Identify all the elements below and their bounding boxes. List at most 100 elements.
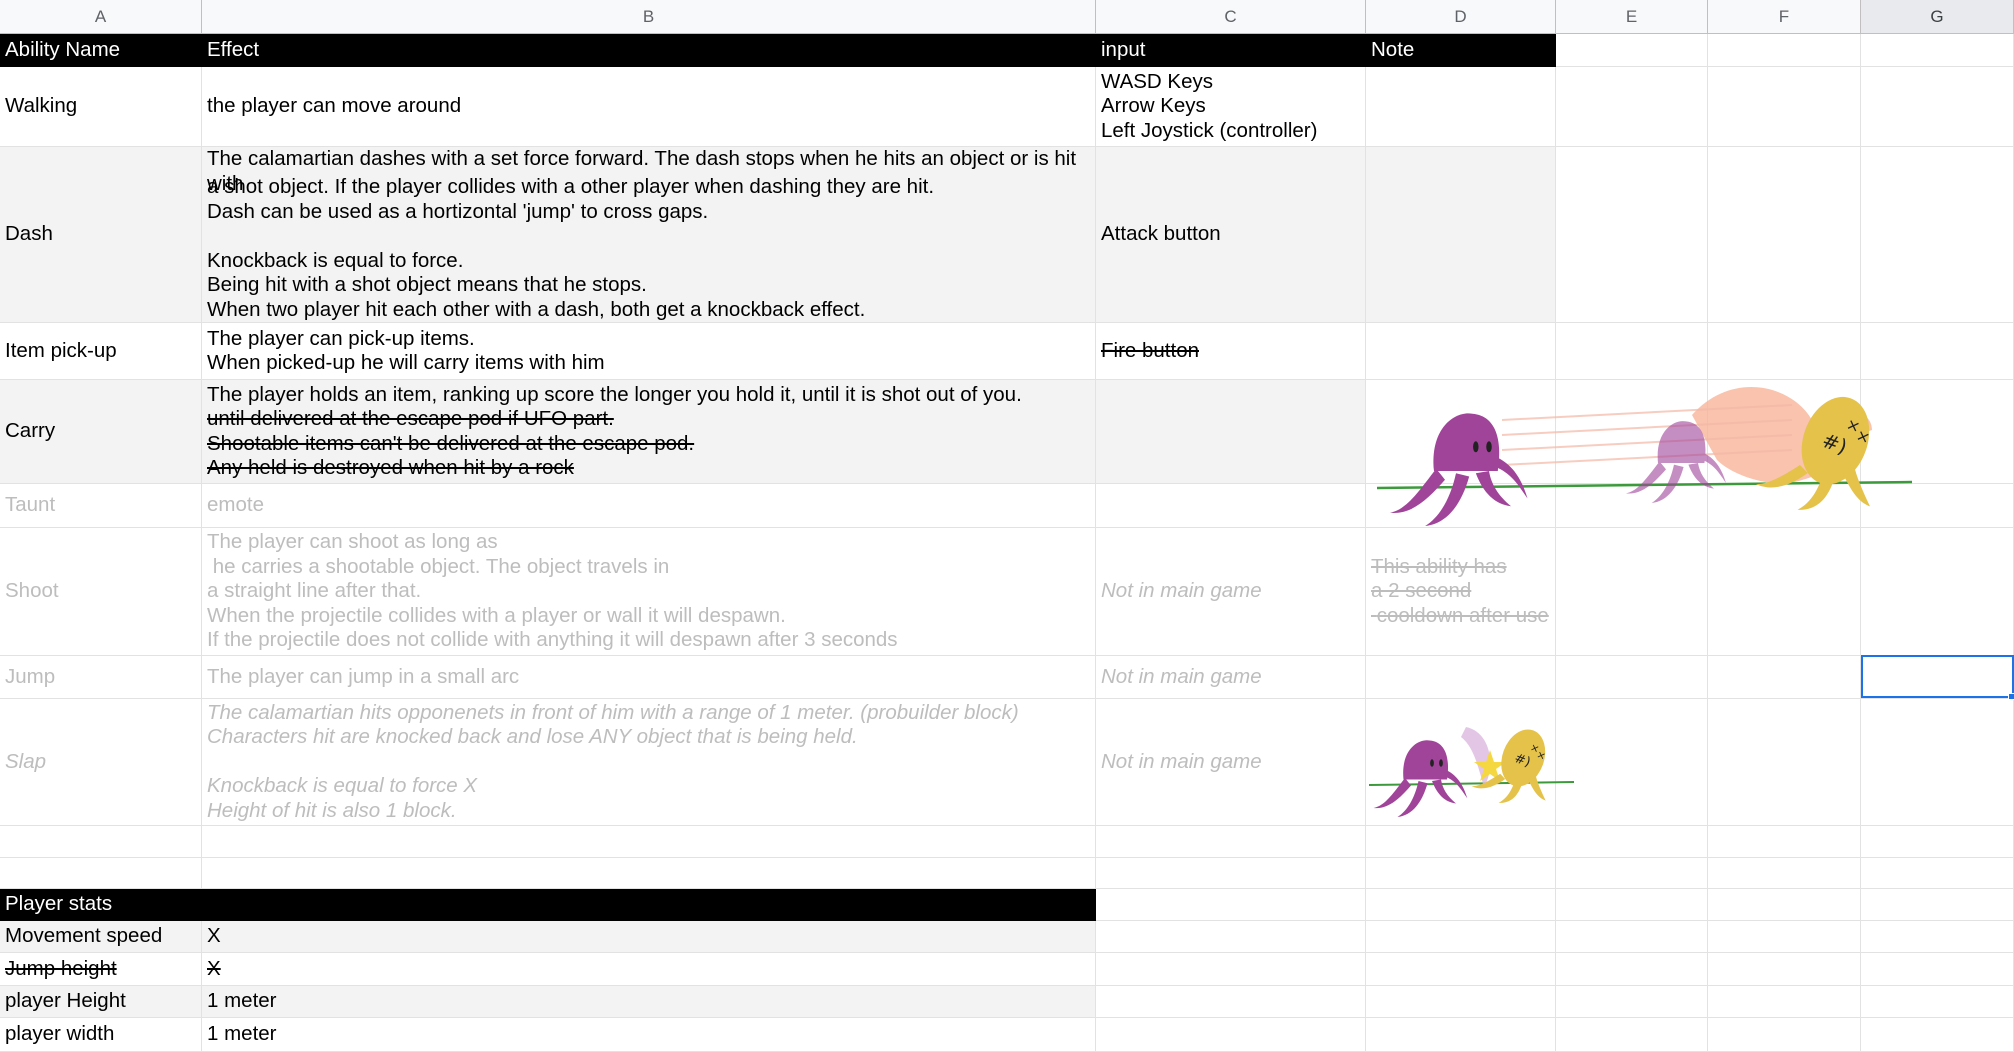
ability-name-carry[interactable]: Carry xyxy=(0,380,202,484)
empty-cell[interactable] xyxy=(1366,921,1556,953)
ability-name-taunt[interactable]: Taunt xyxy=(0,484,202,528)
empty-cell[interactable] xyxy=(1708,147,1861,323)
empty-cell[interactable] xyxy=(0,858,202,889)
empty-cell[interactable] xyxy=(1096,921,1366,953)
empty-cell[interactable] xyxy=(1556,953,1708,986)
header-note[interactable]: Note xyxy=(1366,34,1556,67)
ability-note-dash[interactable] xyxy=(1366,147,1556,323)
empty-cell[interactable] xyxy=(202,858,1096,889)
empty-cell[interactable] xyxy=(1556,323,1708,380)
ability-name-jump[interactable]: Jump xyxy=(0,656,202,699)
header-name[interactable]: Ability Name xyxy=(0,34,202,67)
ability-effect-item-pick-up[interactable]: The player can pick-up items. When picked… xyxy=(202,323,1096,380)
empty-cell[interactable] xyxy=(1366,986,1556,1018)
empty-cell[interactable] xyxy=(1861,699,2014,826)
column-header-a[interactable]: A xyxy=(0,0,202,34)
stats-header[interactable]: Player stats xyxy=(0,889,1096,921)
empty-cell[interactable] xyxy=(1096,889,1366,921)
empty-cell[interactable] xyxy=(1556,147,1708,323)
empty-cell[interactable] xyxy=(1861,323,2014,380)
empty-cell[interactable] xyxy=(202,826,1096,858)
empty-cell[interactable] xyxy=(1861,826,2014,858)
empty-cell[interactable] xyxy=(1556,1018,1708,1052)
empty-cell[interactable] xyxy=(1708,858,1861,889)
ability-input-taunt[interactable] xyxy=(1096,484,1366,528)
ability-effect-jump[interactable]: The player can jump in a small arc xyxy=(202,656,1096,699)
ability-note-walking[interactable] xyxy=(1366,67,1556,147)
empty-cell[interactable] xyxy=(0,826,202,858)
empty-cell[interactable] xyxy=(1861,986,2014,1018)
stat-value[interactable]: 1 meter xyxy=(202,1018,1096,1052)
empty-cell[interactable] xyxy=(1096,986,1366,1018)
empty-cell[interactable] xyxy=(1096,858,1366,889)
ability-effect-taunt[interactable]: emote xyxy=(202,484,1096,528)
column-header-f[interactable]: F xyxy=(1708,0,1861,34)
ability-note-jump[interactable] xyxy=(1366,656,1556,699)
column-header-c[interactable]: C xyxy=(1096,0,1366,34)
ability-input-carry[interactable] xyxy=(1096,380,1366,484)
empty-cell[interactable] xyxy=(1096,953,1366,986)
empty-cell[interactable] xyxy=(1708,67,1861,147)
empty-cell[interactable] xyxy=(1861,34,2014,67)
empty-cell[interactable] xyxy=(1556,858,1708,889)
empty-cell[interactable] xyxy=(1708,323,1861,380)
ability-effect-carry[interactable]: The player holds an item, ranking up sco… xyxy=(202,380,1096,484)
ability-input-slap[interactable]: Not in main game xyxy=(1096,699,1366,826)
empty-cell[interactable] xyxy=(1708,656,1861,699)
ability-name-shoot[interactable]: Shoot xyxy=(0,528,202,656)
empty-cell[interactable] xyxy=(1556,34,1708,67)
empty-cell[interactable] xyxy=(1708,528,1861,656)
ability-effect-shoot[interactable]: The player can shoot as long as he carri… xyxy=(202,528,1096,656)
column-header-g[interactable]: G xyxy=(1861,0,2014,34)
empty-cell[interactable] xyxy=(1366,858,1556,889)
selected-cell-g9[interactable] xyxy=(1861,655,2014,698)
header-effect[interactable]: Effect xyxy=(202,34,1096,67)
stat-value[interactable]: X xyxy=(202,921,1096,953)
ability-name-walking[interactable]: Walking xyxy=(0,67,202,147)
empty-cell[interactable] xyxy=(1366,889,1556,921)
empty-cell[interactable] xyxy=(1861,528,2014,656)
ability-name-item-pick-up[interactable]: Item pick-up xyxy=(0,323,202,380)
column-header-e[interactable]: E xyxy=(1556,0,1708,34)
stat-label[interactable]: player Height xyxy=(0,986,202,1018)
empty-cell[interactable] xyxy=(1708,889,1861,921)
empty-cell[interactable] xyxy=(1556,67,1708,147)
stat-label[interactable]: Jump height xyxy=(0,953,202,986)
stat-value[interactable]: 1 meter xyxy=(202,986,1096,1018)
empty-cell[interactable] xyxy=(1556,528,1708,656)
empty-cell[interactable] xyxy=(1556,699,1708,826)
ability-note-shoot[interactable]: This ability has a 2 second cooldown afte… xyxy=(1366,528,1556,656)
empty-cell[interactable] xyxy=(1708,1018,1861,1052)
ability-note-item-pick-up[interactable] xyxy=(1366,323,1556,380)
stat-value[interactable]: X xyxy=(202,953,1096,986)
empty-cell[interactable] xyxy=(1861,1018,2014,1052)
ability-input-jump[interactable]: Not in main game xyxy=(1096,656,1366,699)
empty-cell[interactable] xyxy=(1861,147,2014,323)
empty-cell[interactable] xyxy=(1708,826,1861,858)
empty-cell[interactable] xyxy=(1556,656,1708,699)
stat-label[interactable]: player width xyxy=(0,1018,202,1052)
empty-cell[interactable] xyxy=(1366,826,1556,858)
ability-name-dash[interactable]: Dash xyxy=(0,147,202,323)
column-header-d[interactable]: D xyxy=(1366,0,1556,34)
empty-cell[interactable] xyxy=(1708,34,1861,67)
fill-handle[interactable] xyxy=(2008,693,2014,700)
ability-input-walking[interactable]: WASD Keys Arrow Keys Left Joystick (contro… xyxy=(1096,67,1366,147)
ability-effect-slap[interactable]: The calamartian hits opponenets in front… xyxy=(202,699,1096,826)
empty-cell[interactable] xyxy=(1708,699,1861,826)
empty-cell[interactable] xyxy=(1861,889,2014,921)
empty-cell[interactable] xyxy=(1366,1018,1556,1052)
stat-label[interactable]: Movement speed xyxy=(0,921,202,953)
ability-effect-walking[interactable]: the player can move around xyxy=(202,67,1096,147)
empty-cell[interactable] xyxy=(1861,953,2014,986)
empty-cell[interactable] xyxy=(1366,953,1556,986)
ability-input-item-pick-up[interactable]: Fire button xyxy=(1096,323,1366,380)
empty-cell[interactable] xyxy=(1556,826,1708,858)
empty-cell[interactable] xyxy=(1096,826,1366,858)
column-header-b[interactable]: B xyxy=(202,0,1096,34)
empty-cell[interactable] xyxy=(1708,986,1861,1018)
empty-cell[interactable] xyxy=(1861,67,2014,147)
empty-cell[interactable] xyxy=(1861,921,2014,953)
empty-cell[interactable] xyxy=(1096,1018,1366,1052)
header-input[interactable]: input xyxy=(1096,34,1366,67)
